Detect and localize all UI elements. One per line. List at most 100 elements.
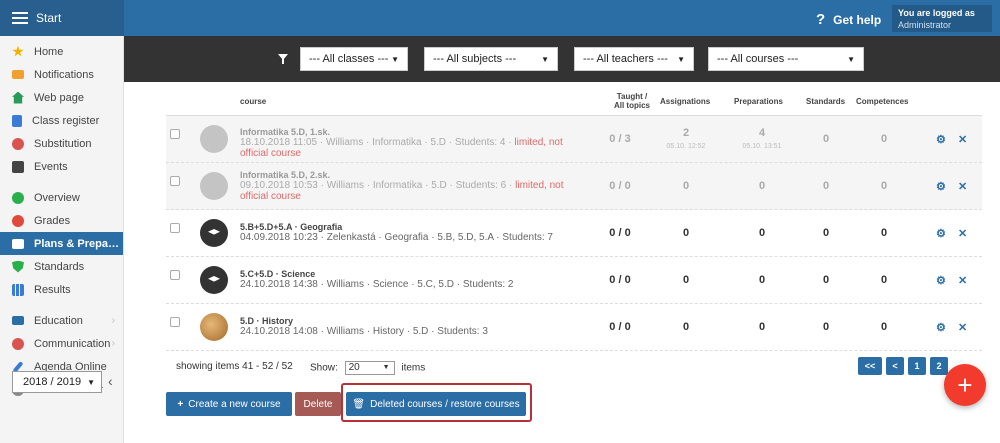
sidebar-item-results[interactable]: Results xyxy=(0,278,123,301)
sidebar-item-events[interactable]: Events xyxy=(0,155,123,178)
shield-icon xyxy=(12,260,24,273)
page-size-select[interactable]: 20 ▼ xyxy=(344,361,395,375)
header-taught: Taught / All topics xyxy=(610,92,654,110)
competences-value: 0 xyxy=(880,227,888,239)
course-name[interactable]: Informatika 5.D, 1.sk. xyxy=(240,127,330,137)
user-line2: Administrator xyxy=(898,20,952,30)
course-description-text: 09.10.2018 10:53 · Williams · Informatik… xyxy=(240,180,516,191)
user-info[interactable]: You are logged as Administrator xyxy=(892,5,992,32)
create-course-label: Create a new course xyxy=(188,398,281,410)
preparations-value[interactable]: 4 xyxy=(732,127,792,139)
course-description: 09.10.2018 10:53 · Williams · Informatik… xyxy=(240,180,580,202)
row-checkbox[interactable] xyxy=(170,223,180,233)
user-line1: You are logged as xyxy=(898,8,975,18)
row-checkbox[interactable] xyxy=(170,129,180,139)
assignations-value[interactable]: 2 xyxy=(656,127,716,139)
highlight-box xyxy=(341,383,532,422)
sidebar-item-home[interactable]: Home xyxy=(0,40,123,63)
table-row[interactable]: 5.B+5.D+5.A · Geografia 04.09.2018 10:23… xyxy=(166,210,982,257)
question-icon: ? xyxy=(816,11,826,28)
course-name[interactable]: 5.B+5.D+5.A · Geografia xyxy=(240,222,342,232)
sidebar-item-grades[interactable]: Grades xyxy=(0,209,123,232)
sidebar-item-label: Plans & Prepa… xyxy=(34,237,119,250)
sidebar-item-standards[interactable]: Standards xyxy=(0,255,123,278)
school-year-select[interactable]: 2018 / 2019 ▼ xyxy=(12,371,102,393)
preparations-value[interactable]: 0 xyxy=(732,274,792,286)
sidebar-item-education[interactable]: Education › xyxy=(0,309,123,332)
course-avatar xyxy=(200,125,228,153)
create-course-button[interactable]: + Create a new course xyxy=(166,392,292,416)
course-name[interactable]: Informatika 5.D, 2.sk. xyxy=(240,170,330,180)
close-icon[interactable]: ✕ xyxy=(958,274,967,287)
classes-filter-select[interactable]: --- All classes --- ▼ xyxy=(300,47,408,71)
course-description: 18.10.2018 11:05 · Williams · Informatik… xyxy=(240,137,580,159)
gear-icon[interactable]: ⚙ xyxy=(936,321,946,334)
subjects-filter-select[interactable]: --- All subjects --- ▼ xyxy=(424,47,558,71)
book-icon xyxy=(12,114,22,127)
sidebar-item-label: Results xyxy=(34,283,71,296)
preparations-date: 05.10. 13:51 xyxy=(742,143,782,150)
filter-icon xyxy=(278,54,288,64)
row-checkbox[interactable] xyxy=(170,317,180,327)
help-link[interactable]: ? Get help xyxy=(816,11,881,28)
delete-button[interactable]: Delete xyxy=(295,392,341,416)
close-icon[interactable]: ✕ xyxy=(958,227,967,240)
gear-icon[interactable]: ⚙ xyxy=(936,180,946,193)
sidebar-item-communication[interactable]: Communication › xyxy=(0,332,123,355)
header-competences: Competences xyxy=(856,97,909,106)
header-course: course xyxy=(240,97,267,106)
course-name[interactable]: 5.C+5.D · Science xyxy=(240,269,315,279)
row-checkbox[interactable] xyxy=(170,176,180,186)
course-name[interactable]: 5.D · History xyxy=(240,316,293,326)
add-fab-button[interactable]: + xyxy=(944,364,986,406)
gear-icon[interactable]: ⚙ xyxy=(936,274,946,287)
page-prev-button[interactable]: < xyxy=(886,357,904,375)
sidebar-item-class-register[interactable]: Class register xyxy=(0,109,123,132)
gear-icon[interactable]: ⚙ xyxy=(936,227,946,240)
gear-icon[interactable]: ⚙ xyxy=(936,133,946,146)
page-size-value: 20 xyxy=(348,362,360,373)
preparations-value[interactable]: 0 xyxy=(732,180,792,192)
assignations-value[interactable]: 0 xyxy=(656,227,716,239)
row-checkbox[interactable] xyxy=(170,270,180,280)
briefcase-icon xyxy=(12,238,24,249)
taught-value: 0 / 0 xyxy=(609,227,631,239)
close-icon[interactable]: ✕ xyxy=(958,180,967,193)
sidebar-item-notifications[interactable]: Notifications xyxy=(0,63,123,86)
home-icon xyxy=(12,91,24,104)
standards-value: 0 xyxy=(822,321,830,333)
table-row[interactable]: 5.C+5.D · Science 24.10.2018 14:38 · Wil… xyxy=(166,257,982,304)
assignations-value[interactable]: 0 xyxy=(656,274,716,286)
sidebar-item-plans[interactable]: Plans & Prepa… xyxy=(0,232,123,255)
sidebar-item-label: Standards xyxy=(34,260,85,273)
start-label: Start xyxy=(36,11,62,25)
star-icon xyxy=(12,45,24,57)
plus-icon: + xyxy=(177,398,184,410)
sidebar-item-overview[interactable]: Overview xyxy=(0,186,123,209)
header-assignations: Assignations xyxy=(660,97,711,106)
competences-value: 0 xyxy=(880,274,888,286)
preparations-value[interactable]: 0 xyxy=(732,321,792,333)
table-row[interactable]: Informatika 5.D, 2.sk. 09.10.2018 10:53 … xyxy=(166,163,982,210)
page-1-button[interactable]: 1 xyxy=(908,357,926,375)
assignations-value[interactable]: 0 xyxy=(656,180,716,192)
chat-icon xyxy=(12,337,24,350)
page-first-button[interactable]: << xyxy=(858,357,882,375)
preparations-value[interactable]: 0 xyxy=(732,227,792,239)
sidebar-item-label: Events xyxy=(34,160,68,173)
education-icon xyxy=(12,316,24,325)
courses-filter-select[interactable]: --- All courses --- ▼ xyxy=(708,47,864,71)
assignations-value[interactable]: 0 xyxy=(656,321,716,333)
start-menu-button[interactable]: Start xyxy=(0,0,124,36)
close-icon[interactable]: ✕ xyxy=(958,321,967,334)
close-icon[interactable]: ✕ xyxy=(958,133,967,146)
page-size-control: Show: 20 ▼ items xyxy=(310,361,425,375)
page-2-button[interactable]: 2 xyxy=(930,357,948,375)
app-window: Start ? Get help You are logged as Admin… xyxy=(0,0,1000,443)
teachers-filter-select[interactable]: --- All teachers --- ▼ xyxy=(574,47,694,71)
table-row[interactable]: Informatika 5.D, 1.sk. 18.10.2018 11:05 … xyxy=(166,116,982,163)
sidebar-item-web-page[interactable]: Web page xyxy=(0,86,123,109)
sidebar-item-substitution[interactable]: Substitution xyxy=(0,132,123,155)
table-row[interactable]: 5.D · History 24.10.2018 14:08 · William… xyxy=(166,304,982,351)
collapse-sidebar-icon[interactable]: ‹ xyxy=(108,373,113,389)
